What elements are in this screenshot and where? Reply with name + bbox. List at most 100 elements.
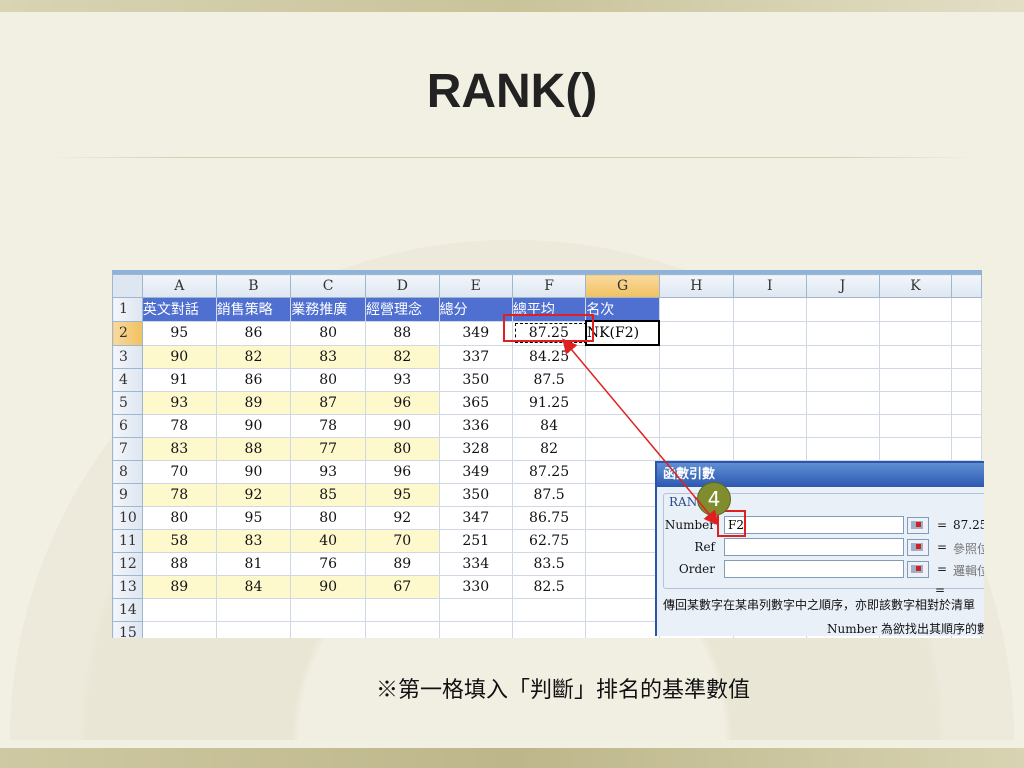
cell[interactable]: 93 (141, 391, 217, 415)
cell[interactable] (805, 320, 880, 346)
cell[interactable] (141, 598, 217, 622)
cell[interactable]: 58 (141, 529, 217, 553)
cell[interactable]: 87.5 (511, 483, 587, 507)
cell[interactable] (658, 320, 734, 346)
cell[interactable] (658, 344, 734, 369)
cell[interactable]: 90 (215, 460, 292, 484)
cell[interactable] (732, 297, 807, 322)
cell[interactable] (732, 344, 807, 369)
cell[interactable] (511, 598, 587, 622)
cell[interactable]: NK(F2) (584, 320, 661, 346)
cell[interactable]: 英文對話 (141, 297, 217, 322)
column-header[interactable]: B (215, 274, 292, 298)
column-header[interactable]: C (290, 274, 366, 298)
cell[interactable] (215, 598, 292, 622)
cell[interactable]: 96 (364, 391, 440, 415)
cell[interactable] (585, 552, 660, 576)
cell[interactable] (951, 391, 982, 415)
cell[interactable]: 83 (215, 529, 292, 553)
cell[interactable] (878, 368, 953, 392)
row-header[interactable]: 2 (112, 320, 143, 346)
cell[interactable] (585, 575, 660, 599)
cell[interactable]: 251 (438, 529, 513, 553)
cell[interactable]: 81 (215, 552, 292, 576)
cell[interactable] (585, 529, 660, 553)
cell[interactable]: 82.5 (511, 575, 587, 599)
cell[interactable] (805, 344, 880, 369)
cell[interactable] (732, 368, 807, 392)
cell[interactable]: 93 (364, 368, 440, 392)
cell[interactable]: 80 (290, 320, 366, 346)
cell[interactable]: 350 (438, 368, 513, 392)
column-header[interactable]: J (805, 274, 880, 298)
cell[interactable]: 349 (438, 460, 513, 484)
cell[interactable] (805, 297, 880, 322)
column-header[interactable]: H (658, 274, 734, 298)
cell[interactable] (878, 297, 953, 322)
cell[interactable] (585, 460, 660, 484)
column-header[interactable]: G (585, 274, 660, 298)
cell[interactable]: 82 (511, 437, 587, 461)
cell[interactable] (585, 621, 660, 638)
cell[interactable] (364, 598, 440, 622)
cell[interactable]: 337 (438, 344, 513, 369)
cell[interactable] (878, 414, 953, 438)
cell[interactable]: 84 (215, 575, 292, 599)
cell[interactable]: 62.75 (511, 529, 587, 553)
cell[interactable] (438, 598, 513, 622)
cell[interactable]: 87.25 (511, 460, 587, 484)
cell[interactable]: 83 (141, 437, 217, 461)
cell[interactable]: 88 (215, 437, 292, 461)
cell[interactable]: 82 (215, 344, 292, 369)
cell[interactable] (141, 621, 217, 638)
cell[interactable] (290, 621, 366, 638)
cell[interactable]: 80 (364, 437, 440, 461)
cell[interactable]: 經營理念 (364, 297, 440, 322)
cell[interactable]: 91.25 (511, 391, 587, 415)
cell[interactable] (585, 391, 660, 415)
cell[interactable]: 70 (141, 460, 217, 484)
cell[interactable] (364, 621, 440, 638)
row-header[interactable]: 3 (112, 344, 143, 369)
cell[interactable]: 93 (290, 460, 366, 484)
row-header[interactable]: 12 (112, 552, 143, 576)
column-header[interactable]: A (141, 274, 217, 298)
cell[interactable]: 85 (290, 483, 366, 507)
cell[interactable]: 90 (364, 414, 440, 438)
cell[interactable]: 89 (215, 391, 292, 415)
cell[interactable] (878, 344, 953, 369)
row-header[interactable]: 11 (112, 529, 143, 553)
cell[interactable]: 83 (290, 344, 366, 369)
cell[interactable]: 70 (364, 529, 440, 553)
cell[interactable]: 83.5 (511, 552, 587, 576)
cell[interactable]: 92 (215, 483, 292, 507)
cell[interactable]: 90 (290, 575, 366, 599)
cell[interactable]: 89 (364, 552, 440, 576)
row-header[interactable]: 7 (112, 437, 143, 461)
cell[interactable]: 80 (290, 368, 366, 392)
cell[interactable] (290, 598, 366, 622)
cell[interactable]: 67 (364, 575, 440, 599)
cell[interactable]: 名次 (585, 297, 660, 322)
cell[interactable] (878, 320, 953, 346)
cell[interactable] (658, 414, 734, 438)
cell[interactable]: 88 (141, 552, 217, 576)
cell[interactable] (951, 297, 982, 322)
cell[interactable]: 328 (438, 437, 513, 461)
cell[interactable] (805, 437, 880, 461)
cell[interactable] (215, 621, 292, 638)
cell[interactable]: 87.5 (511, 368, 587, 392)
select-all-corner[interactable] (112, 274, 143, 298)
cell[interactable] (878, 437, 953, 461)
cell[interactable]: 334 (438, 552, 513, 576)
cell[interactable]: 84.25 (511, 344, 587, 369)
cell[interactable]: 86 (215, 368, 292, 392)
cell[interactable] (585, 506, 660, 530)
cell[interactable]: 80 (290, 506, 366, 530)
cell[interactable]: 90 (215, 414, 292, 438)
row-header[interactable]: 13 (112, 575, 143, 599)
cell[interactable]: 86.75 (511, 506, 587, 530)
cell[interactable]: 91 (141, 368, 217, 392)
cell[interactable] (732, 437, 807, 461)
row-header[interactable]: 1 (112, 297, 143, 322)
